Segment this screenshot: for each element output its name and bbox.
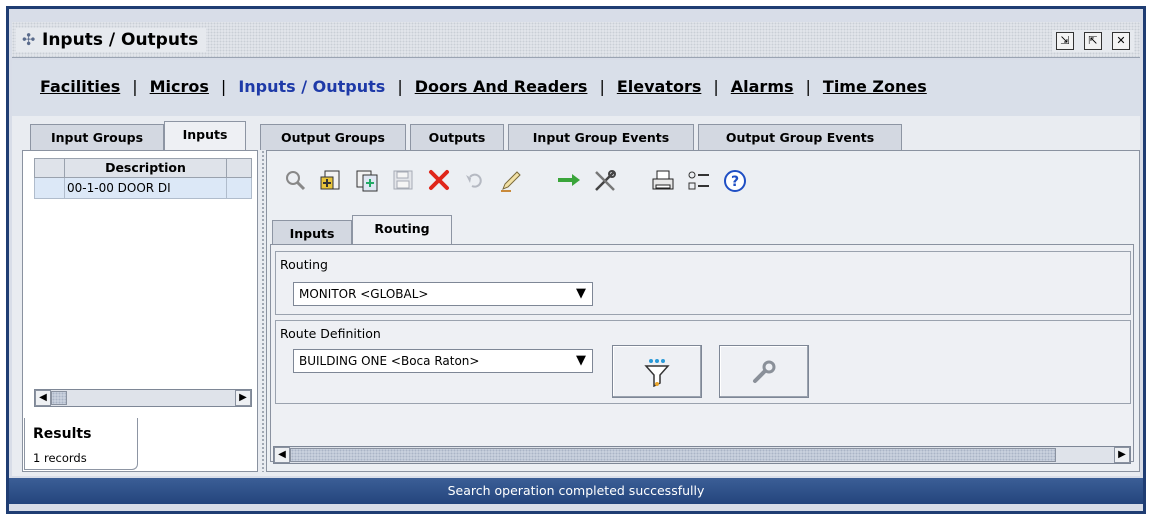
results-tab[interactable]: Results 1 records: [24, 418, 138, 470]
window-title-text: Inputs / Outputs: [42, 30, 199, 50]
list-icon[interactable]: [686, 169, 712, 195]
routing-select[interactable]: MONITOR <GLOBAL> ▼: [293, 282, 593, 306]
maximize-icon[interactable]: ⇱: [1084, 32, 1102, 50]
nav-doors-and-readers[interactable]: Doors And Readers: [415, 77, 588, 96]
route-definition-section: Route Definition BUILDING ONE <Boca Rato…: [275, 320, 1131, 404]
delete-icon[interactable]: [426, 169, 452, 195]
route-definition-select[interactable]: BUILDING ONE <Boca Raton> ▼: [293, 349, 593, 373]
svg-text:?: ?: [731, 174, 739, 190]
results-label: Results: [33, 426, 92, 442]
column-description[interactable]: Description: [65, 159, 227, 177]
nav-alarms[interactable]: Alarms: [731, 77, 794, 96]
close-icon[interactable]: ✕: [1112, 32, 1130, 50]
save-icon[interactable]: [390, 169, 416, 195]
tab-output-groups[interactable]: Output Groups: [260, 124, 406, 150]
routing-select-value: MONITOR <GLOBAL>: [299, 287, 429, 301]
subtab-routing[interactable]: Routing: [352, 215, 452, 244]
print-icon[interactable]: [650, 169, 676, 195]
results-count: 1 records: [33, 451, 87, 465]
subtab-inputs[interactable]: Inputs: [272, 220, 352, 245]
routing-label: Routing: [280, 257, 328, 272]
chevron-down-icon: ▼: [576, 286, 586, 301]
status-bar: Search operation completed successfully: [9, 478, 1143, 504]
grid-header: Description: [34, 158, 252, 178]
table-row[interactable]: 00-1-00 DOOR DI: [34, 178, 252, 199]
window-title: ✣ Inputs / Outputs: [16, 28, 207, 52]
main-nav: Facilities | Micros | Inputs / Outputs |…: [12, 60, 1140, 116]
row-description[interactable]: 00-1-00 DOOR DI: [65, 178, 227, 198]
chevron-down-icon: ▼: [576, 353, 586, 368]
tab-input-groups[interactable]: Input Groups: [30, 124, 164, 150]
scroll-right-icon[interactable]: ▶: [235, 390, 251, 406]
nav-separator: |: [132, 77, 138, 96]
wrench-button[interactable]: [719, 345, 809, 398]
nav-separator: |: [397, 77, 403, 96]
tab-output-group-events[interactable]: Output Group Events: [698, 124, 902, 150]
wrench-icon: [753, 360, 776, 383]
route-definition-label: Route Definition: [280, 326, 381, 341]
tab-input-group-events[interactable]: Input Group Events: [508, 124, 694, 150]
scroll-left-icon[interactable]: ◀: [274, 447, 290, 463]
scroll-thumb[interactable]: [290, 448, 1056, 462]
grid-header-end: [227, 159, 251, 177]
nav-micros[interactable]: Micros: [150, 77, 209, 96]
arrow-icon[interactable]: [556, 169, 582, 195]
grid-header-blank: [35, 159, 65, 177]
puzzle-icon: ✣: [22, 30, 36, 49]
nav-inputs-outputs[interactable]: Inputs / Outputs: [238, 77, 385, 96]
search-icon[interactable]: [282, 169, 308, 195]
nav-separator: |: [713, 77, 719, 96]
filter-button[interactable]: [612, 345, 702, 398]
nav-separator: |: [599, 77, 605, 96]
tab-inputs[interactable]: Inputs: [164, 121, 246, 150]
row-marker: [35, 178, 65, 198]
title-bar: ✣ Inputs / Outputs ⇲ ⇱ ✕: [12, 22, 1140, 58]
nav-separator: |: [220, 77, 227, 96]
edit-icon[interactable]: [498, 169, 524, 195]
toolbar: ?: [272, 156, 1132, 208]
help-icon[interactable]: ?: [722, 169, 748, 195]
scroll-thumb[interactable]: [51, 391, 67, 405]
routing-section: Routing MONITOR <GLOBAL> ▼: [275, 251, 1131, 315]
nav-facilities[interactable]: Facilities: [40, 77, 120, 96]
filter-icon: [644, 359, 670, 388]
restore-icon[interactable]: ⇲: [1056, 32, 1074, 50]
route-definition-select-value: BUILDING ONE <Boca Raton>: [299, 354, 480, 368]
splitter[interactable]: [261, 150, 265, 472]
left-hscrollbar[interactable]: ◀ ▶: [34, 389, 252, 407]
tools-icon[interactable]: [592, 169, 618, 195]
copy-icon[interactable]: [354, 169, 380, 195]
add-icon[interactable]: [318, 169, 344, 195]
nav-time-zones[interactable]: Time Zones: [823, 77, 927, 96]
right-hscrollbar[interactable]: ◀ ▶: [273, 446, 1131, 464]
main-nav-row: Facilities | Micros | Inputs / Outputs |…: [40, 77, 927, 96]
window-controls: ⇲ ⇱ ✕: [1052, 30, 1134, 52]
grid-body: [34, 199, 252, 389]
scroll-right-icon[interactable]: ▶: [1114, 447, 1130, 463]
scroll-left-icon[interactable]: ◀: [35, 390, 51, 406]
nav-elevators[interactable]: Elevators: [617, 77, 702, 96]
row-end: [227, 178, 251, 198]
nav-separator: |: [805, 77, 811, 96]
undo-icon[interactable]: [462, 169, 488, 195]
tab-outputs[interactable]: Outputs: [410, 124, 504, 150]
